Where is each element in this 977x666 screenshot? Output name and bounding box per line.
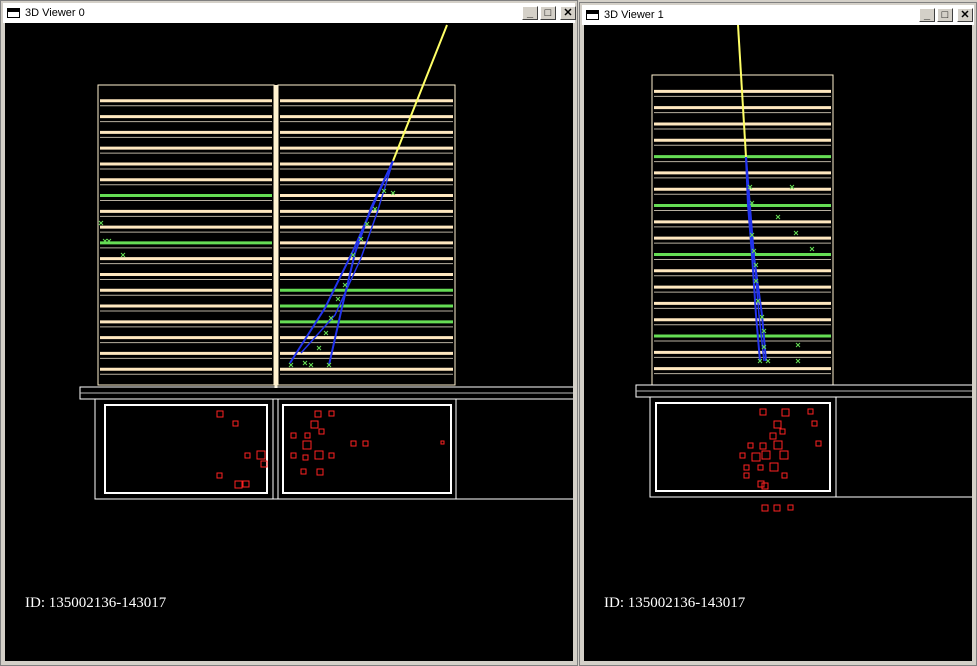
- hit-marker: [775, 214, 781, 220]
- 3d-viewport[interactable]: ID: 135002136-143017: [584, 25, 972, 661]
- hit-marker: [302, 360, 308, 366]
- hit-marker: [323, 330, 329, 336]
- calorimeter-hit: [440, 440, 445, 445]
- maximize-button[interactable]: □: [540, 6, 556, 20]
- calorimeter-hit: [234, 480, 243, 489]
- calorimeter-hit: [761, 450, 771, 460]
- hit-marker: [795, 358, 801, 364]
- calorimeter-hit: [743, 464, 750, 471]
- calorimeter-frame: [94, 398, 274, 500]
- calorimeter-hit: [318, 428, 325, 435]
- calorimeter-hit: [773, 440, 783, 450]
- calorimeter-hit: [769, 462, 779, 472]
- hit-marker: [765, 358, 771, 364]
- calorimeter-hit: [300, 468, 307, 475]
- calorimeter-hit: [314, 450, 324, 460]
- calorimeter-hit: [811, 420, 818, 427]
- close-button[interactable]: ✕: [957, 8, 973, 22]
- calorimeter-hit: [232, 420, 239, 427]
- calorimeter-hit: [757, 480, 765, 488]
- hit-marker: [335, 296, 341, 302]
- window-app-icon[interactable]: [7, 8, 20, 18]
- tracker-frame: [651, 74, 834, 386]
- calorimeter-inner: [104, 404, 268, 494]
- calorimeter-hit: [781, 472, 788, 479]
- calorimeter-hit: [328, 452, 335, 459]
- calorimeter-hit: [759, 442, 767, 450]
- hit-marker: [288, 362, 294, 368]
- event-id-label: ID: 135002136-143017: [604, 595, 746, 611]
- calorimeter-hit: [290, 452, 297, 459]
- 3d-viewport[interactable]: ID: 135002136-143017: [5, 23, 573, 661]
- calorimeter-hit: [328, 410, 335, 417]
- calorimeter-hit: [757, 464, 764, 471]
- calorimeter-hit: [216, 472, 223, 479]
- calorimeter-hit: [316, 468, 324, 476]
- calorimeter-hit: [743, 472, 750, 479]
- calorimeter-hit: [807, 408, 814, 415]
- calorimeter-hit: [314, 410, 322, 418]
- hit-marker: [120, 252, 126, 258]
- calorimeter-hit: [747, 442, 754, 449]
- detector-scene: [635, 25, 972, 512]
- minimize-button[interactable]: _: [522, 6, 538, 20]
- viewer-window-0[interactable]: 3D Viewer 0 _ □ ✕ ID: 135002136-143017: [0, 0, 578, 666]
- maximize-button[interactable]: □: [937, 8, 953, 22]
- window-title: 3D Viewer 0: [25, 7, 85, 19]
- calorimeter-hit: [761, 482, 769, 490]
- calorimeter-hit: [815, 440, 822, 447]
- minimize-button[interactable]: _: [919, 8, 935, 22]
- window-app-icon[interactable]: [586, 10, 599, 20]
- calorimeter-hit: [256, 450, 266, 460]
- calorimeter-hit: [759, 408, 767, 416]
- calorimeter-inner: [655, 402, 831, 492]
- calorimeter-hit: [787, 504, 794, 511]
- particle-track: [289, 160, 394, 364]
- detector-scene: [79, 24, 573, 500]
- calorimeter-hit: [244, 452, 251, 459]
- calorimeter-hit: [781, 408, 790, 417]
- hit-marker: [809, 246, 815, 252]
- calorimeter-hit: [773, 420, 782, 429]
- window-title: 3D Viewer 1: [604, 9, 664, 21]
- calorimeter-hit: [304, 432, 311, 439]
- hit-marker: [308, 362, 314, 368]
- calorimeter-hit: [302, 454, 309, 461]
- hit-marker: [795, 342, 801, 348]
- calorimeter-hit: [350, 440, 357, 447]
- calorimeter-hit: [761, 504, 769, 512]
- title-bar[interactable]: 3D Viewer 1 _ □ ✕: [582, 5, 974, 25]
- calorimeter-hit: [769, 432, 777, 440]
- calorimeter-hit: [751, 452, 761, 462]
- calorimeter-hit: [779, 428, 786, 435]
- hit-marker: [793, 230, 799, 236]
- viewer-window-1[interactable]: 3D Viewer 1 _ □ ✕ ID: 135002136-143017: [579, 2, 977, 666]
- calorimeter-hit: [242, 480, 250, 488]
- beam-track: [392, 24, 448, 162]
- hit-marker: [98, 220, 104, 226]
- calorimeter-hit: [779, 450, 789, 460]
- tracker-frame: [97, 84, 275, 386]
- calorimeter-hit: [773, 504, 781, 512]
- calorimeter-hit: [362, 440, 369, 447]
- calorimeter-hit: [302, 440, 312, 450]
- calorimeter-hit: [290, 432, 297, 439]
- close-button[interactable]: ✕: [560, 6, 576, 20]
- event-id-label: ID: 135002136-143017: [25, 595, 167, 611]
- calorimeter-hit: [739, 452, 746, 459]
- title-bar[interactable]: 3D Viewer 0 _ □ ✕: [3, 3, 576, 23]
- calorimeter-hit: [216, 410, 224, 418]
- hit-marker: [316, 345, 322, 351]
- calorimeter-hit: [310, 420, 319, 429]
